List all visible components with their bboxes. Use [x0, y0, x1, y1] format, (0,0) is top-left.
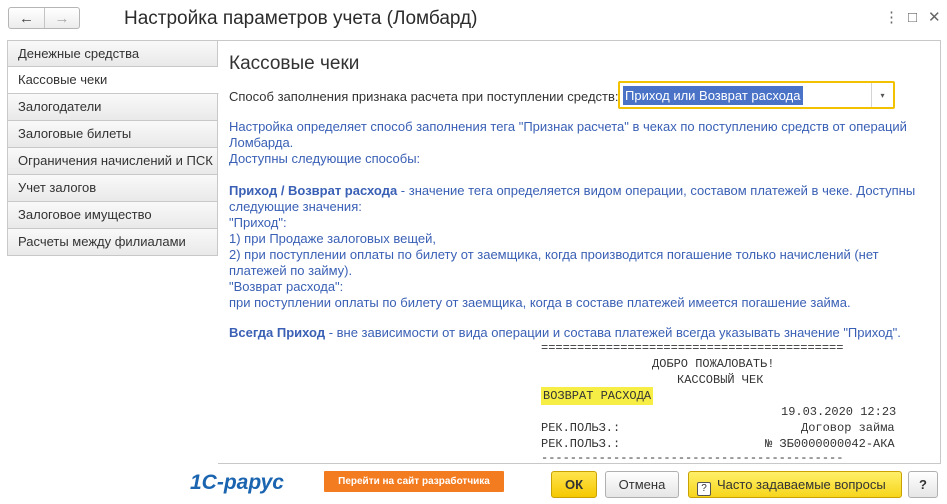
receipt-req-value: № ЗБ0000000042-АКА	[765, 437, 895, 451]
receipt-req-label: РЕК.ПОЛЬЗ.:	[541, 421, 621, 435]
faq-button[interactable]: ? Часто задаваемые вопросы	[688, 471, 902, 498]
rarus-logo: 1С-рарус	[190, 471, 284, 494]
back-button[interactable]: ←	[9, 8, 44, 28]
receipt-req-label: РЕК.ПОЛЬЗ.:	[541, 437, 621, 451]
option-description: - вне зависимости от вида операции и сос…	[325, 325, 901, 340]
description-paragraph: 1) при Продаже залоговых вещей,	[229, 231, 437, 246]
receipt-separator: ========================================…	[541, 341, 844, 355]
description-paragraph: "Приход":	[229, 215, 287, 230]
sidebar-item-pledge-property[interactable]: Залоговое имущество	[7, 202, 218, 229]
close-icon[interactable]: ✕	[928, 8, 941, 28]
receipt-welcome: ДОБРО ПОЖАЛОВАТЬ!	[652, 357, 775, 371]
description-paragraph: Доступны следующие способы:	[229, 151, 421, 166]
faq-label: Часто задаваемые вопросы	[717, 477, 886, 492]
sidebar-item-accrual-limits[interactable]: Ограничения начислений и ПСК	[7, 148, 218, 175]
ok-button[interactable]: ОК	[551, 471, 597, 498]
sidebar-item-cash[interactable]: Денежные средства	[7, 40, 218, 67]
question-icon: ?	[697, 482, 711, 496]
description-paragraph: "Возврат расхода":	[229, 279, 344, 294]
sidebar-item-receipts[interactable]: Кассовые чеки	[7, 67, 219, 94]
description-paragraph: Настройка определяет способ заполнения т…	[229, 119, 907, 150]
arrow-left-icon: ←	[18, 9, 34, 27]
navigation-buttons: ← →	[8, 7, 80, 29]
option-name: Приход / Возврат расхода	[229, 183, 398, 198]
more-menu-icon[interactable]: ⋮	[884, 8, 899, 28]
description-paragraph: при поступлении оплаты по билету от заем…	[229, 295, 851, 310]
payment-method-value: Приход или Возврат расхода	[623, 86, 803, 105]
receipt-datetime: 19.03.2020 12:23	[781, 405, 897, 419]
description-paragraph: Приход / Возврат расхода - значение тега…	[229, 183, 919, 215]
page-title: Кассовые чеки	[229, 53, 360, 74]
sidebar-item-branch-settlements[interactable]: Расчеты между филиалами	[7, 229, 218, 256]
sidebar-item-pledgers[interactable]: Залогодатели	[7, 94, 218, 121]
chevron-down-icon[interactable]: ▾	[871, 83, 893, 107]
sidebar-item-pledge-accounting[interactable]: Учет залогов	[7, 175, 218, 202]
payment-method-select[interactable]: Приход или Возврат расхода ▾	[618, 81, 895, 109]
help-button[interactable]: ?	[908, 471, 938, 498]
window-title: Настройка параметров учета (Ломбард)	[124, 8, 478, 29]
receipt-title: КАССОВЫЙ ЧЕК	[677, 373, 764, 387]
sidebar-item-pledge-tickets[interactable]: Залоговые билеты	[7, 121, 218, 148]
receipt-separator: ----------------------------------------…	[541, 451, 844, 464]
sidebar: Денежные средства Кассовые чеки Залогода…	[7, 40, 219, 256]
receipt-req-value: Договор займа	[801, 421, 895, 435]
footer-bar: 1С-рарус Перейти на сайт разработчика ОК…	[0, 464, 947, 504]
forward-button[interactable]: →	[43, 8, 79, 28]
developer-site-button[interactable]: Перейти на сайт разработчика	[324, 471, 504, 492]
maximize-icon[interactable]: □	[908, 8, 917, 28]
description-paragraph: 2) при поступлении оплаты по билету от з…	[229, 247, 879, 278]
title-bar: ← → Настройка параметров учета (Ломбард)…	[0, 0, 947, 38]
content-panel: Кассовые чеки Способ заполнения признака…	[218, 40, 941, 464]
description-paragraph: Всегда Приход - вне зависимости от вида …	[229, 325, 919, 341]
cancel-button[interactable]: Отмена	[605, 471, 679, 498]
option-name: Всегда Приход	[229, 325, 326, 340]
receipt-type-highlight: ВОЗВРАТ РАСХОДА	[541, 387, 654, 405]
payment-method-label: Способ заполнения признака расчета при п…	[229, 89, 619, 104]
arrow-right-icon: →	[54, 9, 70, 27]
